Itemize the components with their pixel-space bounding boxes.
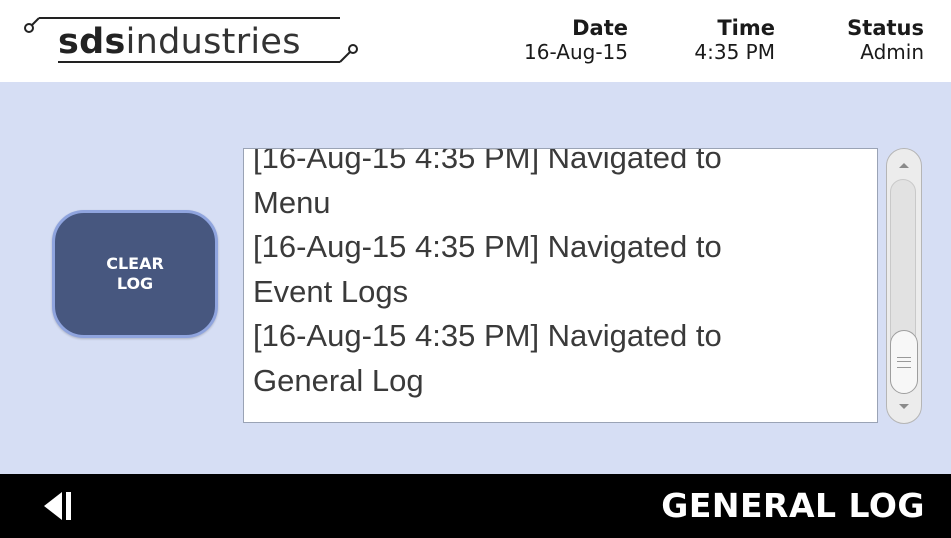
page-title: GENERAL LOG — [661, 486, 925, 525]
date-display: Date 16-Aug-15 — [524, 16, 628, 64]
log-scrollbar[interactable] — [886, 148, 922, 424]
footer-bar: GENERAL LOG — [0, 474, 951, 538]
status-label: Status — [847, 16, 924, 40]
date-value: 16-Aug-15 — [524, 40, 628, 64]
header-bar: sdsindustries Date 16-Aug-15 Time 4:35 P… — [0, 0, 951, 82]
clear-log-button[interactable]: CLEAR LOG — [52, 210, 218, 338]
log-line: General Log — [253, 362, 424, 398]
log-line: Menu — [253, 184, 331, 220]
logo-bold-text: sds — [58, 22, 126, 62]
log-content: [16-Aug-15 4:35 PM] Navigated to Menu [16-… — [253, 148, 853, 403]
log-line: [16-Aug-15 4:35 PM] Navigated to — [253, 318, 722, 353]
arrow-down-icon[interactable] — [887, 393, 921, 421]
date-label: Date — [572, 16, 628, 40]
company-logo: sdsindustries — [22, 12, 377, 74]
main-panel: CLEAR LOG [16-Aug-15 4:35 PM] Navigated … — [0, 82, 951, 474]
status-display: Status Admin — [847, 16, 924, 64]
clear-log-label-line2: LOG — [116, 274, 154, 293]
scrollbar-thumb[interactable] — [890, 330, 918, 394]
back-arrow-icon[interactable] — [40, 488, 76, 524]
logo-light-text: industries — [125, 22, 301, 62]
status-value: Admin — [860, 40, 924, 64]
time-display: Time 4:35 PM — [694, 16, 775, 64]
clear-log-label-line1: CLEAR — [106, 254, 164, 273]
arrow-up-icon[interactable] — [887, 151, 921, 179]
log-text-area[interactable]: [16-Aug-15 4:35 PM] Navigated to Menu [16-… — [243, 148, 878, 423]
time-label: Time — [717, 16, 775, 40]
time-value: 4:35 PM — [694, 40, 775, 64]
log-line: Event Logs — [253, 273, 409, 309]
log-line: [16-Aug-15 4:35 PM] Navigated to — [253, 229, 722, 264]
grip-icon — [897, 356, 911, 368]
log-line: [16-Aug-15 4:35 PM] Navigated to — [253, 148, 722, 175]
